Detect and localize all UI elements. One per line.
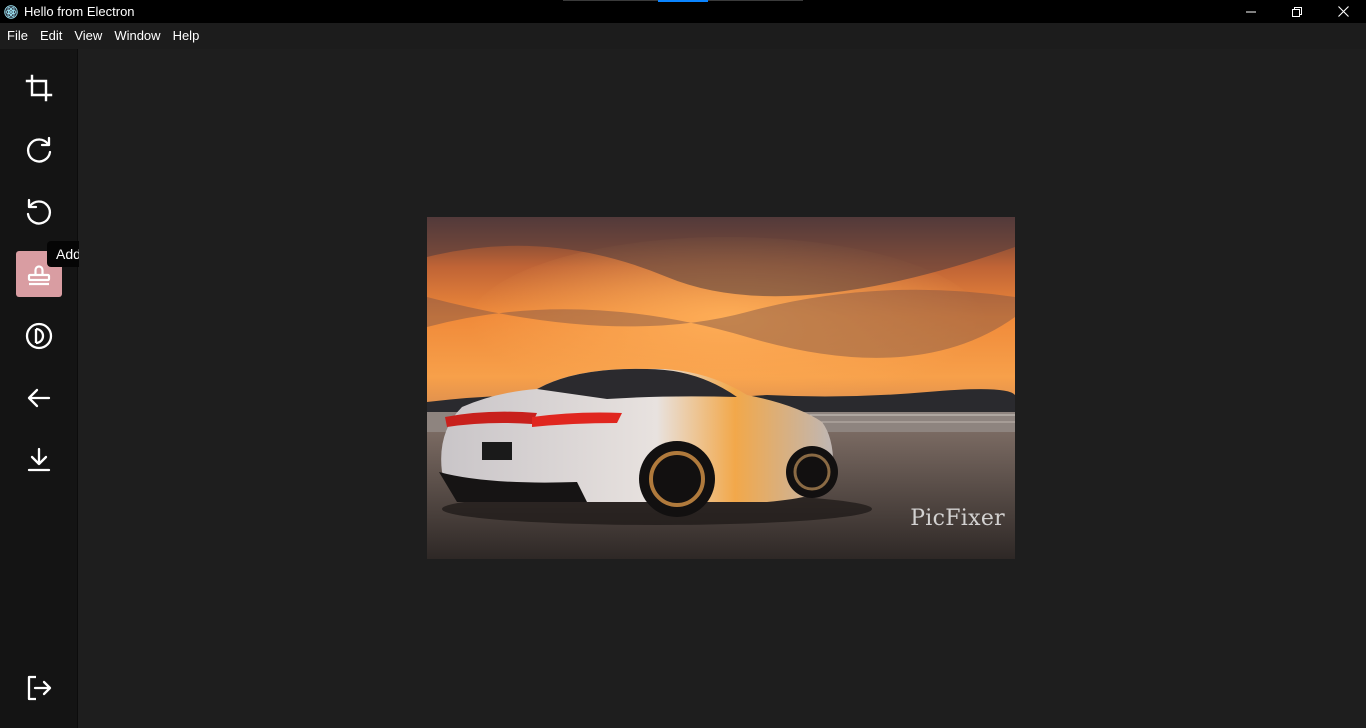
download-icon bbox=[27, 447, 51, 472]
edited-photo: PicFixer bbox=[427, 217, 1015, 559]
watermark-text: PicFixer bbox=[910, 506, 1005, 531]
tool-sidebar bbox=[0, 49, 78, 728]
minimize-button[interactable] bbox=[1228, 0, 1274, 23]
menu-bar: File Edit View Window Help bbox=[0, 23, 1366, 49]
electron-app-icon bbox=[4, 4, 18, 19]
restore-icon bbox=[1292, 6, 1302, 17]
rotate-counterclockwise-icon bbox=[26, 198, 52, 225]
back-button[interactable] bbox=[16, 375, 62, 421]
rotate-right-button[interactable] bbox=[16, 127, 62, 173]
filter-button[interactable] bbox=[16, 313, 62, 359]
rotate-clockwise-icon bbox=[26, 136, 52, 163]
restore-button[interactable] bbox=[1274, 0, 1320, 23]
download-button[interactable] bbox=[16, 437, 62, 483]
title-bar: Hello from Electron bbox=[0, 0, 1366, 23]
logout-icon bbox=[27, 675, 52, 701]
window-controls bbox=[1228, 0, 1366, 23]
crop-icon bbox=[25, 74, 53, 102]
menu-window[interactable]: Window bbox=[108, 23, 166, 49]
menu-file[interactable]: File bbox=[1, 23, 34, 49]
title-focus-indicator bbox=[658, 0, 708, 2]
minimize-icon bbox=[1246, 11, 1256, 12]
rotate-left-button[interactable] bbox=[16, 189, 62, 235]
menu-help[interactable]: Help bbox=[167, 23, 206, 49]
menu-edit[interactable]: Edit bbox=[34, 23, 68, 49]
crop-button[interactable] bbox=[16, 65, 62, 111]
menu-view[interactable]: View bbox=[68, 23, 108, 49]
arrow-left-icon bbox=[27, 388, 51, 408]
close-icon bbox=[1337, 6, 1349, 17]
window-title: Hello from Electron bbox=[24, 4, 135, 19]
close-button[interactable] bbox=[1320, 0, 1366, 23]
exit-button[interactable] bbox=[16, 665, 62, 711]
contrast-icon bbox=[25, 322, 53, 350]
